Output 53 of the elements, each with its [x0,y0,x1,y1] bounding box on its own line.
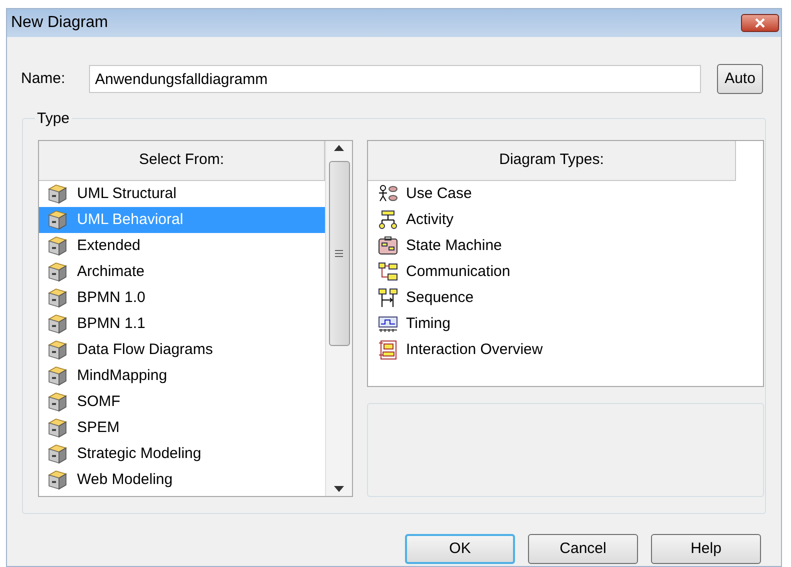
close-icon [755,18,765,28]
scroll-thumb[interactable] [328,161,350,346]
list-item[interactable]: BPMN 1.1 [39,311,325,337]
timeline-icon [378,314,398,334]
lifelines-icon [378,288,398,308]
flowchart-icon [378,210,398,230]
file-cabinet-icon [46,339,68,361]
scroll-up-icon[interactable] [334,145,344,151]
list-item[interactable]: Activity [368,207,763,233]
list-item[interactable]: Communication [368,259,763,285]
actor-and-ovals-icon [378,184,398,204]
list-item[interactable]: Data Flow Diagrams [39,337,325,363]
file-cabinet-icon [46,365,68,387]
list-item[interactable]: Use Case [368,181,763,207]
file-cabinet-icon [46,469,68,491]
scrollbar[interactable] [325,141,352,496]
name-label: Name: [21,68,66,89]
list-item[interactable]: MindMapping [39,363,325,389]
linked-boxes-icon [378,262,398,282]
auto-button[interactable]: Auto [717,64,763,94]
file-cabinet-icon [46,443,68,465]
file-cabinet-icon [46,391,68,413]
dialog-button[interactable]: OK [405,534,515,564]
list-item[interactable]: SPEM [39,415,325,441]
file-cabinet-icon [46,313,68,335]
scroll-down-icon[interactable] [334,486,344,492]
dialog-button[interactable]: Cancel [528,534,638,564]
file-cabinet-icon [46,235,68,257]
state-box-icon [378,236,398,256]
file-cabinet-icon [46,183,68,205]
list-item[interactable]: Timing [368,311,763,337]
close-button[interactable] [741,14,779,32]
column-header: Diagram Types: [368,141,736,181]
list-item[interactable]: State Machine [368,233,763,259]
name-field[interactable]: Anwendungsfalldiagramm [89,65,701,93]
list-item[interactable]: Interaction Overview [368,337,763,363]
file-cabinet-icon [46,261,68,283]
list-item[interactable]: Sequence [368,285,763,311]
list-item[interactable]: SOMF [39,389,325,415]
list-item[interactable]: BPMN 1.0 [39,285,325,311]
list-item[interactable]: Extended [39,233,325,259]
file-cabinet-icon [46,209,68,231]
dialog-button[interactable]: Help [651,534,761,564]
overview-frame-icon [378,340,398,360]
list-item[interactable]: Archimate [39,259,325,285]
grip-icon [335,250,343,257]
list-item[interactable]: Strategic Modeling [39,441,325,467]
column-header: Select From: [39,141,325,181]
window-title: New Diagram [11,13,108,33]
file-cabinet-icon [46,287,68,309]
file-cabinet-icon [46,417,68,439]
list-item[interactable]: UML Structural [39,181,325,207]
list-item[interactable]: Web Modeling [39,467,325,493]
